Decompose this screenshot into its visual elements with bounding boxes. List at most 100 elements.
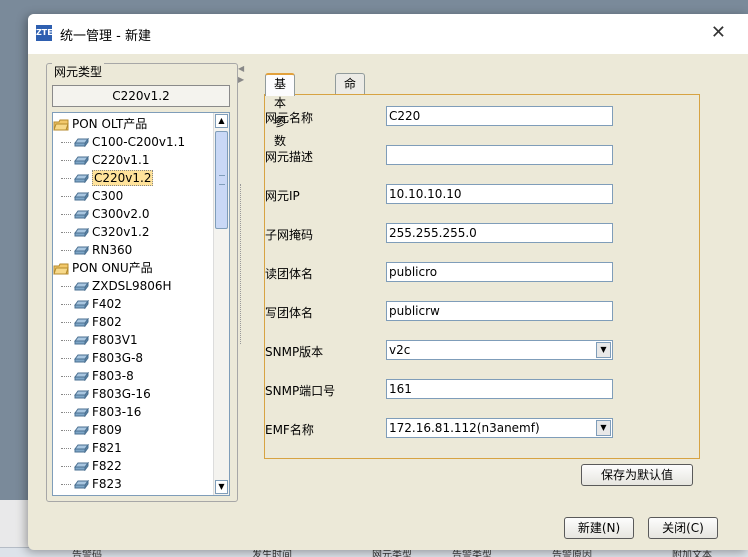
ne-name-value: C220 — [389, 109, 421, 123]
save-default-button[interactable]: 保存为默认值 — [581, 464, 693, 486]
tree-item[interactable]: C300v2.0 — [61, 205, 149, 223]
tree-item[interactable]: F803-8 — [61, 367, 134, 385]
tree-item-label: C220v1.1 — [92, 153, 150, 167]
tree-item-label: F803-16 — [92, 405, 142, 419]
tree-item[interactable]: F402 — [61, 295, 122, 313]
tree-item-label: F402 — [92, 297, 122, 311]
tree-line — [61, 376, 71, 377]
tree-item[interactable]: RN360 — [61, 241, 132, 259]
tree-item[interactable]: C220v1.1 — [61, 151, 149, 169]
ne-type-legend: 网元类型 — [52, 63, 105, 80]
panel-splitter[interactable]: ◀ ▶ — [238, 64, 244, 494]
tree-item-label: C100-C200v1.1 — [92, 135, 186, 149]
tree-item-label: PON ONU产品 — [72, 261, 153, 275]
title-bar[interactable]: ZTE 统一管理 - 新建 ✕ — [28, 14, 748, 54]
ne-device-icon — [74, 333, 92, 347]
tree-item-label: F822 — [92, 459, 122, 473]
tree-line — [61, 358, 71, 359]
close-button[interactable]: 关闭(C) — [648, 517, 718, 539]
new-button[interactable]: 新建(N) — [564, 517, 634, 539]
subnet-mask-input[interactable]: 255.255.255.0 — [386, 223, 613, 243]
tree-item-label: RN360 — [92, 243, 133, 257]
ne-device-icon — [74, 297, 92, 311]
tree-item[interactable]: F802 — [61, 313, 122, 331]
tree-item[interactable]: F803V1 — [61, 331, 138, 349]
tree-item[interactable]: F803G-8 — [61, 349, 143, 367]
tree-item-label: PON OLT产品 — [72, 117, 148, 131]
ne-description-input[interactable] — [386, 145, 613, 165]
close-icon[interactable]: ✕ — [711, 22, 726, 43]
ne-device-icon — [74, 225, 92, 239]
chevron-down-icon[interactable]: ▼ — [596, 420, 611, 436]
tree-item[interactable]: F821 — [61, 439, 122, 457]
tree-item-label: C320v1.2 — [92, 225, 150, 239]
collapse-left-icon[interactable]: ◀ — [238, 64, 244, 73]
snmp-version-label: SNMP版本 — [265, 345, 324, 359]
tree-category[interactable]: PON ONU产品 — [53, 259, 153, 277]
tree-item[interactable]: C220v1.2 — [61, 169, 154, 187]
zte-app-icon: ZTE — [36, 25, 53, 41]
snmp-version-select[interactable]: v2c ▼ — [386, 340, 613, 360]
tree-category[interactable]: PON OLT产品 — [53, 115, 147, 133]
write-community-input[interactable]: publicrw — [386, 301, 613, 321]
snmp-port-value: 161 — [389, 382, 412, 396]
tree-item-label: C300 — [92, 189, 124, 203]
ne-ip-input[interactable]: 10.10.10.10 — [386, 184, 613, 204]
read-community-label: 读团体名 — [265, 267, 314, 281]
tab-basic-params[interactable]: 基本参数 — [265, 73, 296, 148]
tree-item[interactable]: F823 — [61, 475, 122, 493]
tree-item-label: C300v2.0 — [92, 207, 150, 221]
tree-line — [61, 412, 71, 413]
scroll-up-icon[interactable]: ▲ — [215, 114, 228, 128]
tree-item-label: F821 — [92, 441, 122, 455]
tree-line — [61, 286, 71, 287]
ne-device-icon — [74, 369, 92, 383]
ne-device-icon — [74, 441, 92, 455]
subnet-mask-label: 子网掩码 — [265, 228, 314, 242]
write-community-label: 写团体名 — [265, 306, 314, 320]
tree-item[interactable]: F809 — [61, 421, 122, 439]
ne-description-label: 网元描述 — [265, 150, 314, 164]
scroll-thumb[interactable] — [215, 131, 228, 229]
ne-device-icon — [74, 279, 92, 293]
ne-ip-value: 10.10.10.10 — [389, 187, 462, 201]
tree-scrollbar[interactable]: ▲ ▼ — [213, 113, 229, 495]
tree-item-label: C220v1.2 — [92, 170, 154, 186]
read-community-input[interactable]: publicro — [386, 262, 613, 282]
ne-type-tree[interactable]: PON OLT产品 C100-C200v1.1 C220v1.1 C220v1.2 C3… — [52, 112, 230, 496]
write-community-value: publicrw — [389, 304, 440, 318]
tree-line — [61, 394, 71, 395]
tree-item[interactable]: F803-16 — [61, 403, 141, 421]
tree-item[interactable]: C100-C200v1.1 — [61, 133, 185, 151]
expand-right-icon[interactable]: ▶ — [238, 75, 244, 84]
ne-device-icon — [74, 171, 92, 185]
tree-item[interactable]: F822 — [61, 457, 122, 475]
tree-item[interactable]: F803G-16 — [61, 385, 151, 403]
tree-line — [61, 448, 71, 449]
ne-device-icon — [74, 135, 92, 149]
ne-device-icon — [74, 153, 92, 167]
chevron-down-icon[interactable]: ▼ — [596, 342, 611, 358]
tree-line — [61, 484, 71, 485]
tree-item[interactable]: ZXDSL9806H — [61, 277, 172, 295]
tree-item[interactable]: C300 — [61, 187, 123, 205]
snmp-version-value: v2c — [389, 343, 411, 357]
ne-device-icon — [74, 477, 92, 491]
scroll-down-icon[interactable]: ▼ — [215, 480, 228, 494]
tree-line — [61, 178, 71, 179]
emf-name-select[interactable]: 172.16.81.112(n3anemf) ▼ — [386, 418, 613, 438]
tree-line — [61, 304, 71, 305]
ne-device-icon — [74, 423, 92, 437]
tree-item-label: F803G-8 — [92, 351, 144, 365]
tree-item[interactable]: C320v1.2 — [61, 223, 149, 241]
read-community-value: publicro — [389, 265, 438, 279]
ne-name-input[interactable]: C220 — [386, 106, 613, 126]
emf-name-label: EMF名称 — [265, 423, 314, 437]
tree-line — [61, 250, 71, 251]
ne-ip-label: 网元IP — [265, 189, 300, 203]
snmp-port-input[interactable]: 161 — [386, 379, 613, 399]
selected-ne-type: C220v1.2 — [52, 85, 230, 107]
tree-item-label: F809 — [92, 423, 122, 437]
tab-cli-params[interactable]: 命令行参数 — [335, 73, 366, 171]
ne-device-icon — [74, 459, 92, 473]
